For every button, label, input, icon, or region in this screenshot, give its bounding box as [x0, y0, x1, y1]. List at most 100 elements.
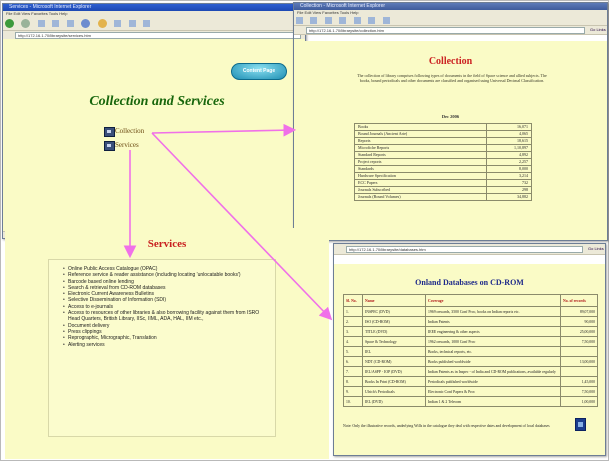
- intro-text: The collection of library comprises foll…: [357, 73, 547, 83]
- record-count: [560, 366, 598, 377]
- content-page-button[interactable]: Content Page: [231, 63, 287, 80]
- database-name: Books In Print (CD-ROM): [362, 376, 426, 387]
- row-value: 4,892: [486, 151, 532, 159]
- table-row: 2. ISO (CD-ROM) Indian Patents 90,000: [343, 316, 598, 327]
- table-row: 7. IEL/ASPP - IOP (DVD) Indian Patents as …: [343, 366, 598, 377]
- database-name: IEL: [362, 346, 426, 357]
- forward-icon[interactable]: [21, 19, 31, 28]
- table-row: 1. INSPEC (DVD) 1969 onwards, 3500 Conf Pr…: [343, 306, 598, 317]
- database-name: IEL (DVD): [362, 396, 426, 407]
- row-value: 2,257: [486, 158, 532, 166]
- row-number: 8.: [343, 376, 363, 387]
- table-row: Hardware Specification 3,214: [354, 172, 532, 180]
- database-coverage: 1969 onwards, 3500 Conf Proc, books on I…: [425, 306, 561, 317]
- address-input[interactable]: http://172.16.1.70/librarysite/services.…: [15, 32, 301, 39]
- table-row: 10. IEL (DVD) Indian 1 & 2 Telecom 1,00,000: [343, 396, 598, 407]
- navigation-icon[interactable]: [575, 418, 586, 431]
- media-icon[interactable]: [114, 20, 122, 27]
- database-name: Space & Technology: [362, 336, 426, 347]
- go-button[interactable]: Go Links: [588, 246, 604, 251]
- row-label: Reports: [354, 137, 487, 145]
- table-row: 3. TITLE (DVD) IEEE engineering & other as…: [343, 326, 598, 337]
- back-icon[interactable]: [5, 19, 14, 28]
- row-number: 6.: [343, 356, 363, 367]
- collection-link[interactable]: Collection: [115, 127, 144, 135]
- stop-icon[interactable]: [37, 20, 45, 27]
- search-icon[interactable]: [353, 17, 361, 24]
- services-list: Online Public Access Catalogue (OPAC)Ref…: [63, 266, 268, 348]
- database-coverage: Indian Patents: [425, 316, 561, 327]
- table-row: Standards 8,000: [354, 165, 532, 173]
- services-link[interactable]: Services: [115, 141, 139, 149]
- record-count: 25,00,000: [560, 326, 598, 337]
- row-value: 298: [486, 186, 532, 194]
- browser-window-databases: http://172.16.1.70/librarysite/databases…: [333, 243, 606, 456]
- home-icon[interactable]: [339, 17, 347, 24]
- address-bar: http://172.16.1.70/librarysite/collectio…: [294, 26, 607, 35]
- back-icon[interactable]: [296, 17, 303, 24]
- browser-window-collection: Collection - Microsoft Internet Explorer…: [293, 2, 608, 241]
- table-row: 5. IEL Books, technical reports, etc.: [343, 346, 598, 357]
- list-item: Alerting services: [63, 342, 268, 349]
- window-title-bar[interactable]: Collection - Microsoft Internet Explorer: [294, 3, 607, 10]
- database-coverage: Indian Patents as in Inspec - of India a…: [425, 366, 561, 377]
- database-coverage: Periodicals published worldwide: [425, 376, 561, 387]
- table-row: 6. NDT (CD-ROM) Books published worldwide 1…: [343, 356, 598, 367]
- row-number: 1.: [343, 306, 363, 317]
- database-name: NDT (CD-ROM): [362, 356, 426, 367]
- as-of-date: Dec 2006: [441, 114, 460, 119]
- refresh-icon[interactable]: [324, 17, 332, 24]
- table-row: ECC Papers 732: [354, 179, 532, 187]
- print-icon[interactable]: [382, 17, 390, 24]
- print-icon[interactable]: [143, 20, 151, 27]
- mail-icon[interactable]: [128, 20, 136, 27]
- home-icon[interactable]: [66, 20, 74, 27]
- table-row: Reports 18,615: [354, 137, 532, 145]
- go-button[interactable]: Go Links: [590, 27, 606, 32]
- database-name: IEL/ASPP - IOP (DVD): [362, 366, 426, 377]
- database-coverage: Electronic Conf Papers & Proc: [425, 386, 561, 397]
- row-value: 16,071: [486, 123, 532, 131]
- database-coverage: IEEE engineering & other aspects: [425, 326, 561, 337]
- record-count: 1,00,000: [560, 396, 598, 407]
- record-count: [560, 346, 598, 357]
- row-label: Bound Journals (Ancient Arte): [354, 130, 487, 138]
- address-input[interactable]: http://172.16.1.70/librarysite/collectio…: [306, 27, 585, 34]
- row-label: Journals Subscribed: [354, 186, 487, 194]
- book-icon[interactable]: [104, 141, 115, 151]
- browser-toolbar: [294, 16, 607, 26]
- row-number: 5.: [343, 346, 363, 357]
- favorites-icon[interactable]: [368, 17, 376, 24]
- row-label: Hardware Specification: [354, 172, 487, 180]
- database-name: INSPEC (DVD): [362, 306, 426, 317]
- page-title: Onland Databases on CD-ROM: [415, 278, 524, 287]
- column-header: Coverage: [425, 294, 561, 307]
- search-icon[interactable]: [81, 19, 91, 28]
- databases-table: Sl. No. Name Coverage No. of records 1. I…: [343, 294, 598, 407]
- database-coverage: Books, technical reports, etc.: [425, 346, 561, 357]
- column-header: No. of records: [560, 294, 598, 307]
- table-row: Bound Journals (Ancient Arte) 4,065: [354, 130, 532, 138]
- address-bar: http://172.16.1.70/librarysite/databases…: [334, 244, 605, 255]
- window-title-bar[interactable]: Services - Microsoft Internet Explorer: [3, 4, 305, 11]
- address-input[interactable]: http://172.16.1.70/librarysite/databases…: [346, 246, 583, 253]
- record-count: 90,000: [560, 316, 598, 327]
- forward-icon[interactable]: [310, 17, 318, 24]
- row-value: 4,065: [486, 130, 532, 138]
- page-title: Services: [147, 238, 187, 250]
- record-count: 7,50,000: [560, 336, 598, 347]
- page-content: Onland Databases on CD-ROM Sl. No. Name …: [334, 264, 605, 455]
- book-icon[interactable]: [104, 127, 115, 137]
- row-value: 18,615: [486, 137, 532, 145]
- favorites-icon[interactable]: [97, 19, 107, 28]
- table-row: 9. Ulrich's Periodicals Electronic Conf Pa…: [343, 386, 598, 397]
- table-row: Books 16,071: [354, 123, 532, 131]
- collection-table: Books 16,071 Bound Journals (Ancient Arte)…: [354, 123, 532, 201]
- table-header-row: Sl. No. Name Coverage No. of records: [343, 294, 598, 307]
- page-content: Collection The collection of library com…: [294, 41, 607, 240]
- page-title: Collection: [428, 56, 473, 67]
- row-label: Project reports: [354, 158, 487, 166]
- row-number: 4.: [343, 336, 363, 347]
- refresh-icon[interactable]: [52, 20, 60, 27]
- record-count: 7,50,000: [560, 386, 598, 397]
